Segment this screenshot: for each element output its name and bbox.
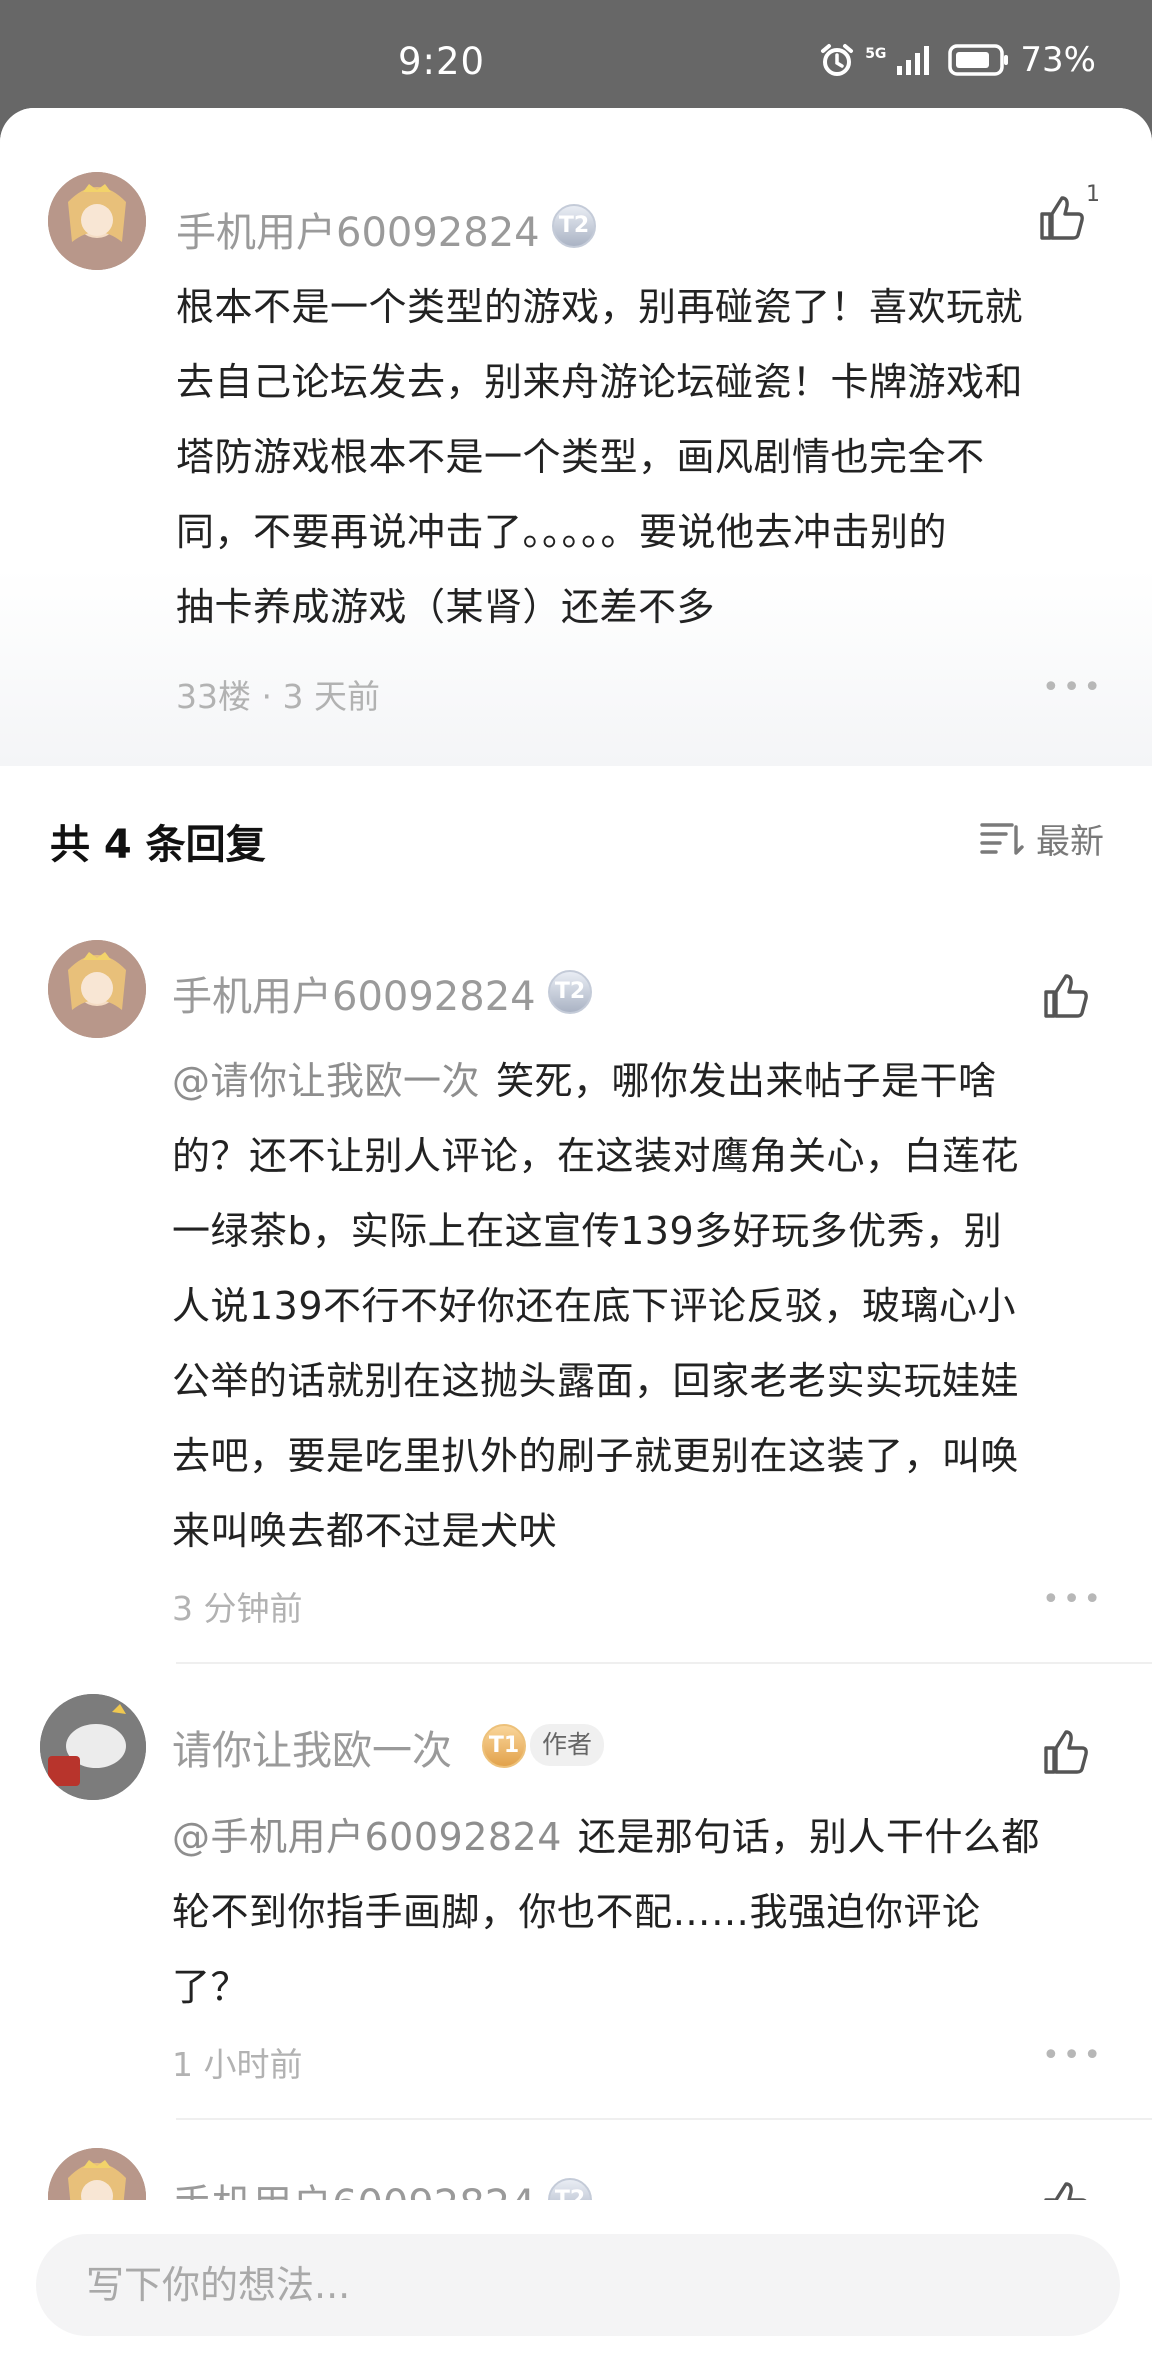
reply-text: @手机用户60092824 还是那句话，别人干什么都 轮不到你指手画脚，你也不配……	[172, 1800, 1112, 2025]
reply-username[interactable]: 手机用户60092824	[172, 964, 536, 1022]
battery-icon	[948, 44, 1009, 76]
comment-line: 同，不要再说冲击了。。。。。要说他去冲击别的	[176, 510, 948, 554]
reply-line: @请你让我欧一次 笑死，哪你发出来帖子是干啥	[172, 1059, 997, 1103]
thumbs-up-icon[interactable]	[1040, 970, 1092, 1022]
divider	[176, 2118, 1152, 2120]
reply-text: @请你让我欧一次 笑死，哪你发出来帖子是干啥 的？还不让别人评论，在这装对鹰角关心…	[172, 1044, 1112, 1569]
reply-line: 一绿茶b，实际上在这宣传139多好玩多优秀，别	[172, 1209, 1003, 1253]
replies-count-title: 共 4 条回复	[50, 822, 266, 868]
reply-line: 了？	[172, 1965, 250, 2009]
network-type: 5G	[865, 46, 887, 62]
comment-line: 根本不是一个类型的游戏，别再碰瓷了！喜欢玩就	[176, 285, 1024, 329]
mention-link[interactable]: @请你让我欧一次	[172, 1059, 480, 1103]
reply-line: 来叫唤去都不过是犬吠	[172, 1509, 558, 1553]
sort-label: 最新	[1036, 822, 1104, 862]
level-badge: T1	[482, 1724, 526, 1768]
avatar[interactable]	[48, 172, 146, 270]
main-comment: 手机用户60092824 T2 1 根本不是一个类型的游戏，别再碰瓷了！喜欢玩就…	[0, 108, 1152, 766]
comment-detail-sheet: 手机用户60092824 T2 1 根本不是一个类型的游戏，别再碰瓷了！喜欢玩就…	[0, 108, 1152, 2376]
mention-link[interactable]: @手机用户60092824	[172, 1815, 562, 1859]
more-dots-icon[interactable]: •••	[1042, 1582, 1104, 1617]
more-dots-icon[interactable]: •••	[1042, 2038, 1104, 2073]
sort-button[interactable]: 最新	[980, 814, 1104, 863]
author-tag: 作者	[530, 1724, 605, 1766]
thumbs-up-icon[interactable]	[1036, 192, 1088, 244]
like-count: 1	[1086, 182, 1100, 207]
avatar[interactable]	[48, 940, 146, 1038]
level-badge: T2	[548, 970, 592, 1014]
reply-line: @手机用户60092824 还是那句话，别人干什么都	[172, 1815, 1040, 1859]
alarm-icon	[821, 44, 854, 76]
battery-percent: 73%	[1020, 40, 1096, 80]
comment-line: 抽卡养成游戏（某肾）还差不多	[176, 585, 716, 629]
reply-line: 人说139不行不好你还在底下评论反驳，玻璃心小	[172, 1284, 1017, 1328]
thumbs-up-icon[interactable]	[1040, 1726, 1092, 1778]
status-bar: 9:20 5G 73%	[0, 0, 1152, 108]
comment-line: 去自己论坛发去，别来舟游论坛碰瓷！卡牌游戏和	[176, 360, 1024, 404]
reply-line: 公举的话就别在这抛头露面，回家老老实实玩娃娃	[172, 1359, 1020, 1403]
reply-input[interactable]	[36, 2234, 1120, 2336]
signal-icon	[897, 46, 930, 75]
reply-input-bar	[0, 2200, 1152, 2376]
avatar[interactable]	[40, 1694, 146, 1800]
status-icons: 5G 73%	[819, 40, 1096, 80]
more-dots-icon[interactable]: •••	[1042, 670, 1104, 705]
status-time: 9:20	[398, 40, 486, 83]
reply-meta: 1 小时前	[172, 2045, 303, 2084]
reply-username[interactable]: 请你让我欧一次	[172, 1718, 452, 1776]
reply-line: 轮不到你指手画脚，你也不配……我强迫你评论	[172, 1890, 981, 1934]
reply-line: 去吧，要是吃里扒外的刷子就更别在这装了，叫唤	[172, 1434, 1020, 1478]
comment-meta: 33楼 · 3 天前	[176, 677, 380, 716]
sort-list-icon	[980, 822, 1024, 855]
divider	[176, 1662, 1152, 1664]
reply-line: 的？还不让别人评论，在这装对鹰角关心，白莲花	[172, 1134, 1020, 1178]
reply-meta: 3 分钟前	[172, 1589, 303, 1628]
comment-line: 塔防游戏根本不是一个类型，画风剧情也完全不	[176, 435, 985, 479]
comment-username[interactable]: 手机用户60092824	[176, 200, 540, 258]
level-badge: T2	[552, 204, 596, 248]
comment-text: 根本不是一个类型的游戏，别再碰瓷了！喜欢玩就 去自己论坛发去，别来舟游论坛碰瓷！…	[176, 270, 1116, 645]
